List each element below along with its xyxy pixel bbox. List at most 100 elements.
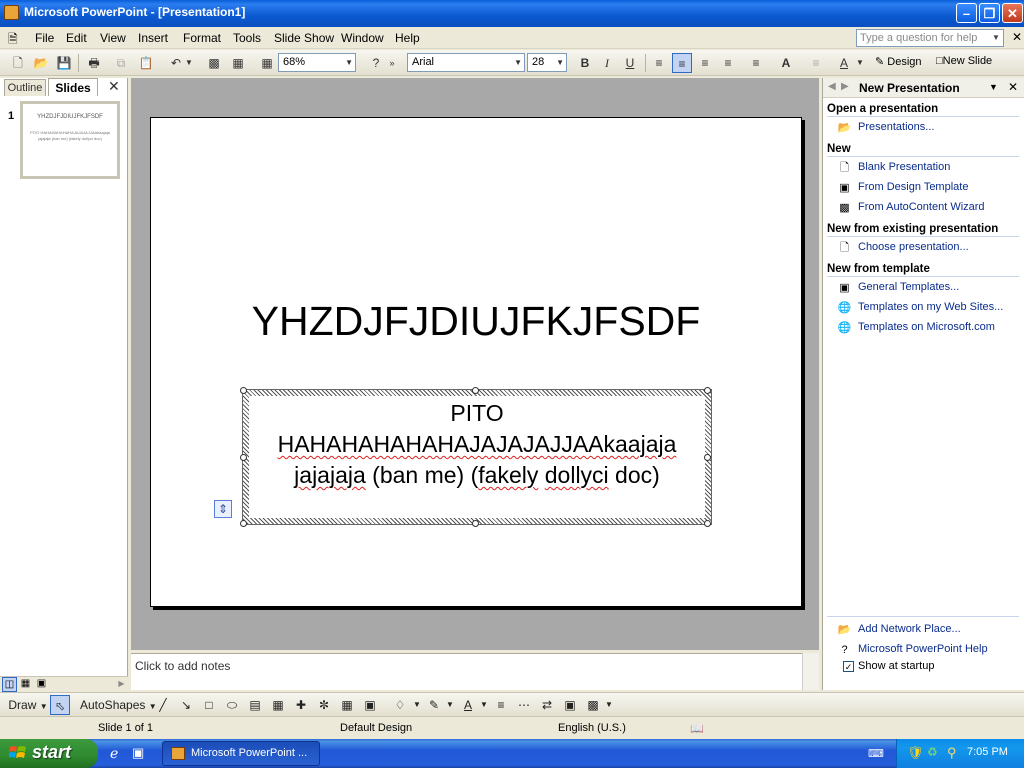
scroll-right-icon[interactable]: ▶ <box>114 677 129 692</box>
toolbar-options-icon[interactable]: » <box>386 53 398 73</box>
start-button[interactable]: start <box>0 739 98 768</box>
forward-arrow-icon[interactable]: ▶ <box>841 81 849 92</box>
link-blank-presentation[interactable]: Blank Presentation <box>858 161 950 173</box>
chevron-down-icon[interactable]: ▼ <box>604 695 614 715</box>
taskbar-powerpoint-button[interactable]: Microsoft PowerPoint ... <box>162 741 320 766</box>
image-icon[interactable]: ▣ <box>360 695 380 715</box>
notes-pane[interactable]: Click to add notes <box>131 653 819 690</box>
link-choose-presentation[interactable]: Choose presentation... <box>858 241 969 253</box>
clip-art-icon[interactable]: ✼ <box>314 695 334 715</box>
minimize-button[interactable]: – <box>956 3 977 23</box>
chevron-down-icon[interactable]: ▼ <box>855 53 865 73</box>
select-pointer-icon[interactable]: ⬁ <box>50 695 70 715</box>
resize-handle[interactable] <box>704 387 711 394</box>
slide-sorter-icon[interactable]: ▦ <box>18 677 33 692</box>
menu-file[interactable]: File <box>35 31 54 45</box>
resize-handle[interactable] <box>472 387 479 394</box>
slide-title[interactable]: YHZDJFJDIUJFKJFSDF <box>151 298 801 345</box>
align-right-icon[interactable]: ≡ <box>695 53 715 73</box>
doc-close-icon[interactable]: ✕ <box>1012 30 1022 44</box>
link-presentations[interactable]: Presentations... <box>858 121 934 133</box>
draw-menu-button[interactable]: Draw ▼ <box>8 695 48 715</box>
show-at-startup-checkbox[interactable]: ✓ <box>843 661 854 672</box>
align-center-icon[interactable]: ≡ <box>672 53 692 73</box>
new-slide-button[interactable]: □New Slide <box>936 55 992 67</box>
resize-handle[interactable] <box>240 454 247 461</box>
tab-slides[interactable]: Slides <box>48 78 98 96</box>
open-folder-icon[interactable]: 📂 <box>31 53 51 73</box>
font-color-icon[interactable]: A <box>458 695 478 715</box>
resize-handle[interactable] <box>472 520 479 527</box>
line-icon[interactable]: ╱ <box>153 695 173 715</box>
slide-canvas[interactable]: YHZDJFJDIUJFKJFSDF PITO HAHAHAHAHAHAJAJA… <box>150 117 802 607</box>
font-select[interactable]: Arial ▼ <box>407 53 525 72</box>
line-style-icon[interactable]: ≡ <box>491 695 511 715</box>
rectangle-icon[interactable]: □ <box>199 695 219 715</box>
menu-window[interactable]: Window <box>341 31 384 45</box>
chevron-down-icon[interactable]: ▼ <box>989 82 998 92</box>
paste-icon[interactable]: 📋 <box>136 53 156 73</box>
picture-icon[interactable]: ▦ <box>337 695 357 715</box>
arrow-icon[interactable]: ↘ <box>176 695 196 715</box>
autoshapes-menu-button[interactable]: AutoShapes ▼ <box>80 695 157 715</box>
menu-tools[interactable]: Tools <box>233 31 261 45</box>
insert-chart-icon[interactable]: ▩ <box>204 53 224 73</box>
link-autocontent-wizard[interactable]: From AutoContent Wizard <box>858 201 985 213</box>
menu-insert[interactable]: Insert <box>138 31 168 45</box>
link-general-templates[interactable]: General Templates... <box>858 281 959 293</box>
insert-table-icon[interactable]: ▦ <box>228 53 248 73</box>
keyboard-icon[interactable]: ⌨ <box>868 747 884 760</box>
font-size-select[interactable]: 28 ▼ <box>527 53 567 72</box>
design-button[interactable]: ✎ Design <box>875 55 922 68</box>
link-add-network-place[interactable]: Add Network Place... <box>858 623 961 635</box>
body-textbox[interactable]: PITO HAHAHAHAHAHAJAJAJAJJAAkaajaja jajaj… <box>242 389 712 525</box>
chevron-down-icon[interactable]: ▼ <box>183 53 195 73</box>
resize-handle[interactable] <box>704 520 711 527</box>
back-arrow-icon[interactable]: ◀ <box>828 81 836 92</box>
quick-launch-icon[interactable]: ▣ <box>132 745 144 761</box>
help-search-input[interactable]: Type a question for help <box>856 29 1004 47</box>
menu-view[interactable]: View <box>100 31 126 45</box>
3d-icon[interactable]: ▩ <box>583 695 603 715</box>
menu-slide-show[interactable]: Slide Show <box>274 31 334 45</box>
diagram-icon[interactable]: ✚ <box>291 695 311 715</box>
chevron-down-icon[interactable]: ▼ <box>479 695 489 715</box>
resize-handle[interactable] <box>240 387 247 394</box>
close-button[interactable]: ✕ <box>1002 3 1023 23</box>
link-powerpoint-help[interactable]: Microsoft PowerPoint Help <box>858 643 988 655</box>
slide-thumbnail[interactable]: YHZDJFJDIUJFKJFSDF PITO HAHAHAHAHAHAJAJA… <box>20 101 120 179</box>
link-microsoft-templates[interactable]: Templates on Microsoft.com <box>858 321 995 333</box>
new-file-icon[interactable]: 🗋 <box>8 53 28 73</box>
menu-help[interactable]: Help <box>395 31 420 45</box>
italic-icon[interactable]: I <box>597 53 617 73</box>
dash-style-icon[interactable]: ⋯ <box>514 695 534 715</box>
chevron-down-icon[interactable]: ▼ <box>990 30 1002 46</box>
wordart-icon[interactable]: ▦ <box>268 695 288 715</box>
decrease-indent-icon[interactable]: ≡ <box>806 53 826 73</box>
bold-icon[interactable]: B <box>575 53 595 73</box>
link-design-template[interactable]: From Design Template <box>858 181 968 193</box>
internet-explorer-icon[interactable]: ℯ <box>110 745 118 762</box>
bullets-icon[interactable]: ≡ <box>746 53 766 73</box>
font-color-icon[interactable]: A <box>834 53 854 73</box>
search-icon[interactable]: ⚲ <box>947 745 957 761</box>
close-icon[interactable]: ✕ <box>108 78 120 95</box>
chevron-down-icon[interactable]: ▼ <box>445 695 455 715</box>
menu-edit[interactable]: Edit <box>66 31 87 45</box>
shadow-icon[interactable]: ▣ <box>560 695 580 715</box>
arrow-style-icon[interactable]: ⇄ <box>537 695 557 715</box>
slide-show-icon[interactable]: ▣ <box>34 677 49 692</box>
align-left-icon[interactable]: ≡ <box>649 53 669 73</box>
powerpoint-app-icon[interactable] <box>4 5 19 20</box>
document-icon[interactable]: 🗎 <box>8 30 26 46</box>
menu-format[interactable]: Format <box>183 31 221 45</box>
notes-scrollbar[interactable] <box>802 653 819 690</box>
notes-placeholder[interactable]: Click to add notes <box>135 659 230 673</box>
help-icon[interactable]: ? <box>366 53 386 73</box>
chevron-down-icon[interactable]: ▼ <box>412 695 422 715</box>
network-icon[interactable]: ♻ <box>927 745 938 759</box>
increase-font-icon[interactable]: A <box>776 53 796 73</box>
underline-icon[interactable]: U <box>620 53 640 73</box>
oval-icon[interactable]: ⬭ <box>222 695 242 715</box>
close-icon[interactable]: ✕ <box>1008 80 1018 94</box>
